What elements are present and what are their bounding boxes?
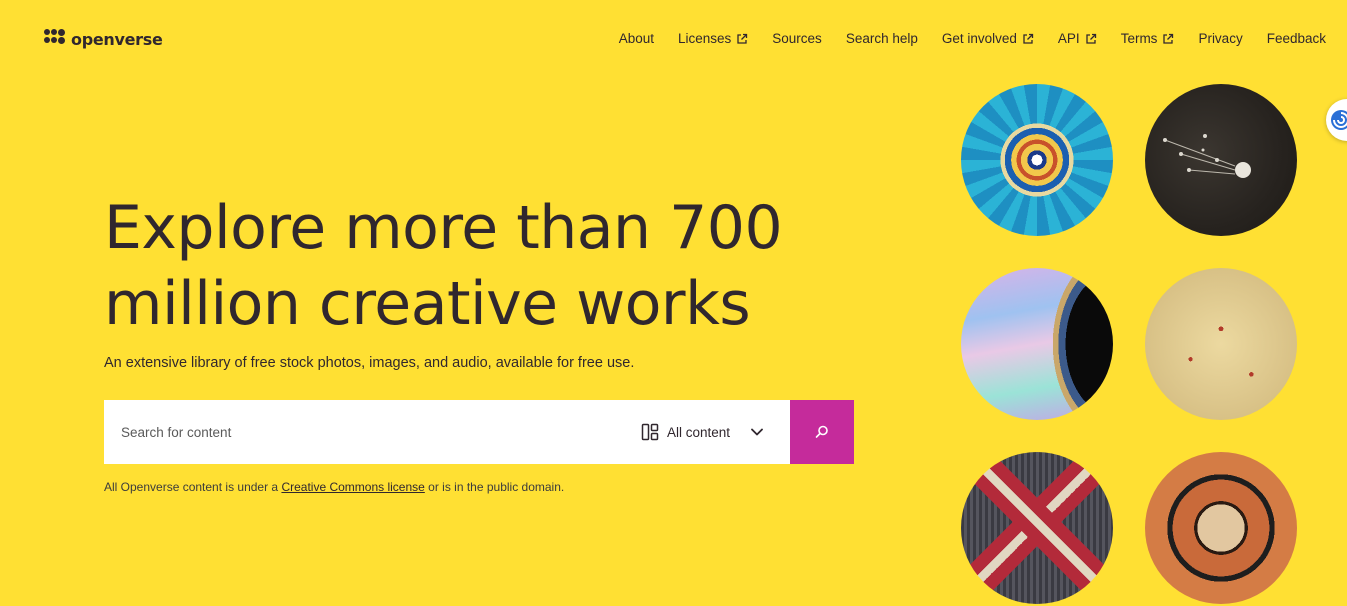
nav-item-licenses[interactable]: Licenses [678,31,748,46]
nav-item-label: Terms [1120,31,1158,46]
nav-item-label: Get involved [941,31,1017,46]
content-type-label: All content [666,424,730,440]
content-type-select[interactable]: All content [627,400,790,464]
nav-item-api[interactable]: API [1058,31,1097,46]
search-input[interactable] [104,400,627,464]
gallery-image-circular-manuscript[interactable] [1145,452,1297,604]
nav-item-label: Search help [845,31,918,46]
external-link-icon [737,33,748,44]
nav-item-sources[interactable]: Sources [772,31,822,46]
page: openverse About Licenses Sources Search … [0,0,1347,606]
nav-item-label: API [1057,31,1080,46]
hero-headline: Explore more than 700 million creative w… [104,190,824,342]
nav-item-label: Feedback [1266,31,1326,46]
hero-subline: An extensive library of free stock photo… [104,355,635,371]
search-button[interactable] [790,400,854,464]
chevron-down-icon [751,428,763,436]
nav-item-feedback[interactable]: Feedback [1267,31,1326,46]
gallery-image-star-chart[interactable] [1145,268,1297,420]
site-header: openverse About Licenses Sources Search … [0,0,1347,78]
openverse-dots-icon [44,29,65,49]
external-link-icon [1086,33,1096,44]
nav-item-about[interactable]: About [619,31,654,46]
nav-item-search-help[interactable]: Search help [846,31,918,46]
external-link-icon [1023,33,1034,44]
search-icon [815,425,828,438]
main-nav: About Licenses Sources Search help Get i… [595,31,1326,46]
license-note-after: or is in the public domain. [424,480,565,494]
comet-illustration [1163,134,1251,178]
swirl-logo-icon [1331,110,1347,130]
logo-text: openverse [71,29,163,49]
hero-headline-line1: Explore more than 700 [104,193,783,263]
nav-item-label: Sources [772,31,822,46]
gallery-image-tile-mandala[interactable] [961,84,1113,236]
creative-commons-license-link[interactable]: Creative Commons license [281,480,424,494]
nav-item-terms[interactable]: Terms [1121,31,1175,46]
nav-item-privacy[interactable]: Privacy [1198,31,1242,46]
floating-widget-button[interactable] [1326,99,1347,141]
nav-item-label: About [618,31,654,46]
gallery-image-woven-textile[interactable] [961,452,1113,604]
nav-item-label: Licenses [677,31,732,46]
gallery-image-comet[interactable] [1145,84,1297,236]
external-link-icon [1163,33,1174,44]
nav-item-get-involved[interactable]: Get involved [942,31,1034,46]
license-note-before: All Openverse content is under a [104,480,282,494]
gallery-image-planet-rings[interactable] [961,268,1113,420]
nav-item-label: Privacy [1198,31,1243,46]
all-content-grid-icon [641,423,659,441]
license-note: All Openverse content is under a Creativ… [104,480,564,494]
search-form: All content [104,400,854,464]
openverse-logo[interactable]: openverse [44,29,163,49]
hero-headline-line2: million creative works [104,269,751,339]
